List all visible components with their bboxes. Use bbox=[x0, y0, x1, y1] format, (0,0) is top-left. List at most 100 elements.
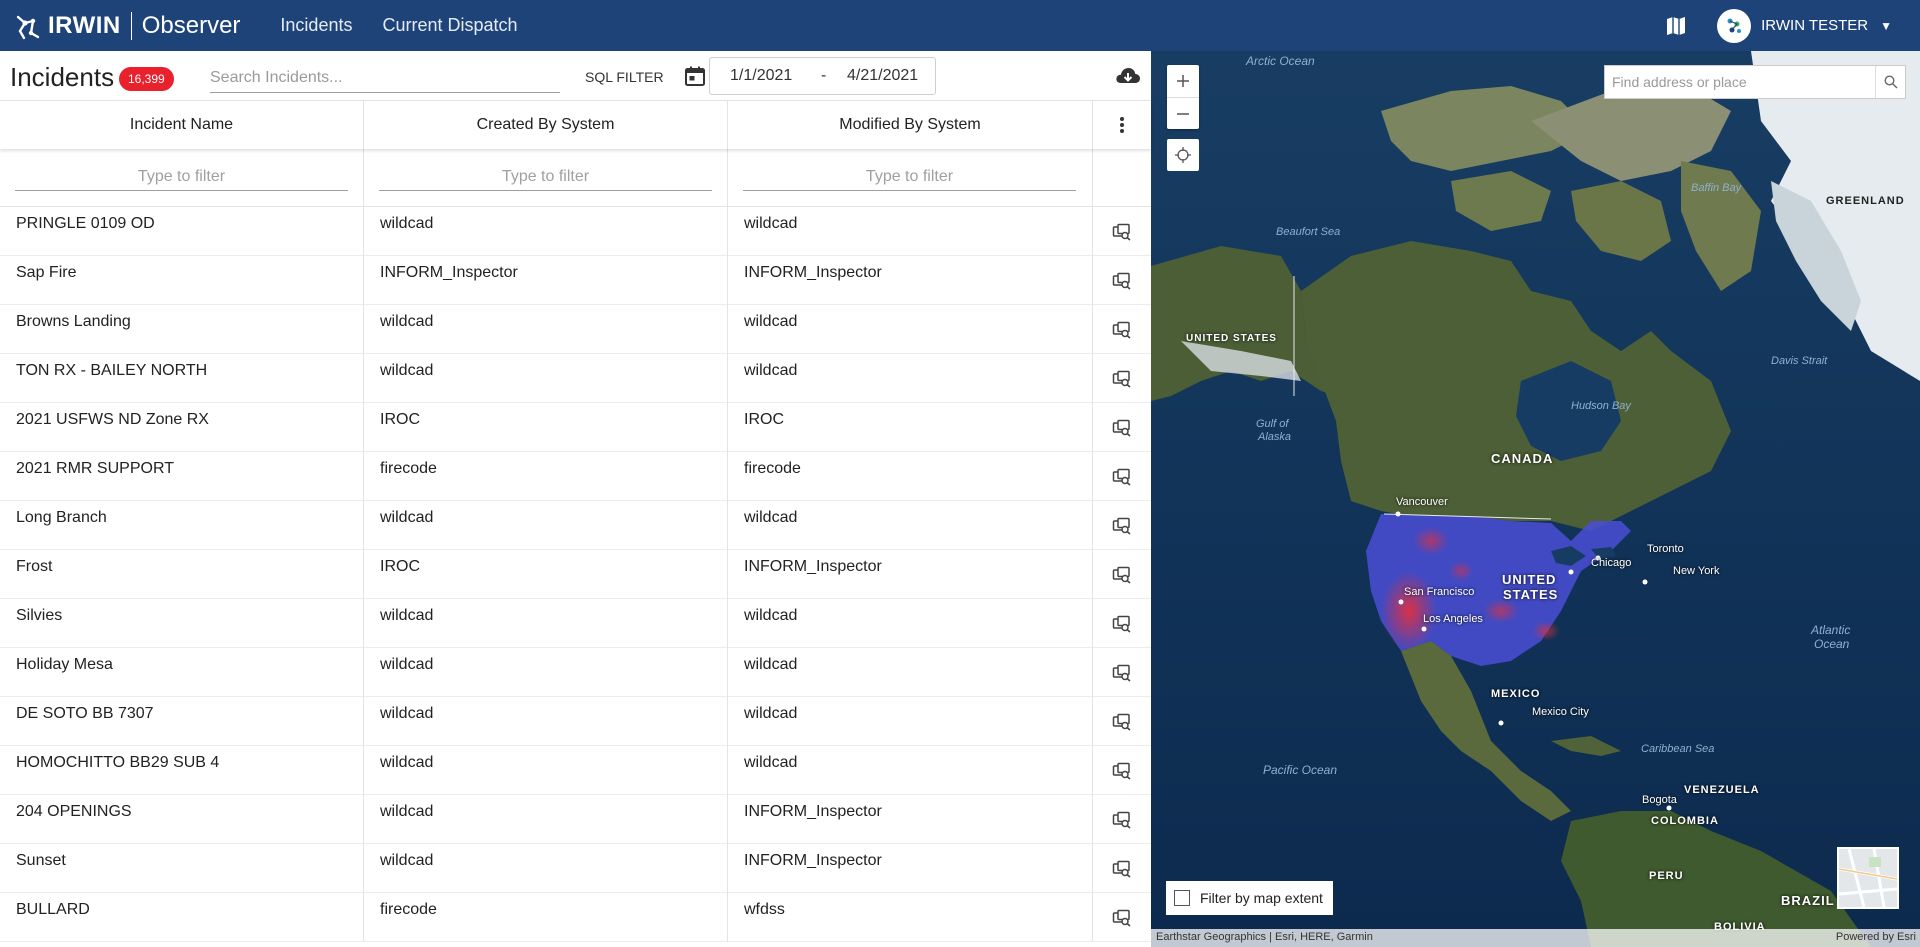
incident-detail-icon[interactable] bbox=[1112, 860, 1132, 878]
row-action-cell[interactable] bbox=[1093, 403, 1151, 452]
logo-text: IRWIN bbox=[48, 11, 121, 39]
table-row[interactable]: Sap Fire INFORM_Inspector INFORM_Inspector bbox=[0, 256, 1151, 305]
incident-map[interactable]: Arctic Ocean Baffin Bay GREENLAND Beaufo… bbox=[1151, 51, 1920, 947]
cell-created-by: wildcad bbox=[364, 697, 728, 746]
table-row[interactable]: Sunset wildcad INFORM_Inspector bbox=[0, 844, 1151, 893]
map-label-davis-strait: Davis Strait bbox=[1771, 355, 1828, 367]
row-action-cell[interactable] bbox=[1093, 256, 1151, 305]
place-search-button[interactable] bbox=[1875, 66, 1905, 98]
table-row[interactable]: 2021 RMR SUPPORT firecode firecode bbox=[0, 452, 1151, 501]
table-row[interactable]: BULLARD firecode wfdss bbox=[0, 893, 1151, 942]
filter-input-incident-name[interactable] bbox=[15, 163, 348, 191]
row-action-cell[interactable] bbox=[1093, 550, 1151, 599]
place-search-input[interactable] bbox=[1605, 66, 1875, 98]
date-to-field[interactable]: 4/21/2021 bbox=[847, 67, 918, 85]
incident-detail-icon[interactable] bbox=[1112, 566, 1132, 584]
incident-detail-icon[interactable] bbox=[1112, 909, 1132, 927]
zoom-in-button[interactable] bbox=[1167, 65, 1199, 97]
column-header-created-by[interactable]: Created By System bbox=[364, 101, 728, 149]
user-menu-caret-icon[interactable]: ▼ bbox=[1880, 19, 1892, 33]
filter-input-modified-by[interactable] bbox=[743, 163, 1076, 191]
column-header-incident-name[interactable]: Incident Name bbox=[0, 101, 364, 149]
map-label-united-states-ak: UNITED STATES bbox=[1186, 333, 1277, 344]
sql-filter-button[interactable]: SQL FILTER bbox=[585, 69, 664, 85]
cloud-download-icon[interactable] bbox=[1115, 64, 1141, 88]
table-row[interactable]: TON RX - BAILEY NORTH wildcad wildcad bbox=[0, 354, 1151, 403]
map-icon[interactable] bbox=[1665, 15, 1687, 37]
column-menu-button[interactable] bbox=[1093, 101, 1151, 149]
incident-detail-icon[interactable] bbox=[1112, 762, 1132, 780]
incident-table-body: PRINGLE 0109 OD wildcad wildcad Sap Fire INF… bbox=[0, 207, 1151, 942]
table-row[interactable]: DE SOTO BB 7307 wildcad wildcad bbox=[0, 697, 1151, 746]
incident-detail-icon[interactable] bbox=[1112, 419, 1132, 437]
incident-detail-icon[interactable] bbox=[1112, 468, 1132, 486]
incident-detail-icon[interactable] bbox=[1112, 370, 1132, 388]
date-from-field[interactable]: 1/1/2021 bbox=[730, 67, 792, 85]
cell-created-by: wildcad bbox=[364, 305, 728, 354]
nav-incidents[interactable]: Incidents bbox=[280, 15, 352, 36]
app-logo[interactable]: IRWIN Observer bbox=[14, 0, 240, 51]
cell-incident-name: Sap Fire bbox=[0, 256, 364, 305]
incident-detail-icon[interactable] bbox=[1112, 615, 1132, 633]
place-search bbox=[1604, 65, 1906, 99]
attribution-powered-by[interactable]: Powered by Esri bbox=[1836, 931, 1916, 943]
search-incidents-input[interactable] bbox=[210, 63, 560, 93]
incident-detail-icon[interactable] bbox=[1112, 811, 1132, 829]
calendar-icon[interactable] bbox=[683, 64, 707, 88]
cell-created-by: wildcad bbox=[364, 648, 728, 697]
table-row[interactable]: 204 OPENINGS wildcad INFORM_Inspector bbox=[0, 795, 1151, 844]
row-action-cell[interactable] bbox=[1093, 354, 1151, 403]
table-row[interactable]: HOMOCHITTO BB29 SUB 4 wildcad wildcad bbox=[0, 746, 1151, 795]
row-action-cell[interactable] bbox=[1093, 795, 1151, 844]
table-row[interactable]: Holiday Mesa wildcad wildcad bbox=[0, 648, 1151, 697]
incident-detail-icon[interactable] bbox=[1112, 223, 1132, 241]
table-row[interactable]: Browns Landing wildcad wildcad bbox=[0, 305, 1151, 354]
user-name[interactable]: IRWIN TESTER bbox=[1761, 17, 1868, 34]
filter-input-created-by[interactable] bbox=[379, 163, 712, 191]
incident-detail-icon[interactable] bbox=[1112, 517, 1132, 535]
attribution-sources[interactable]: Earthstar Geographics | Esri, HERE, Garm… bbox=[1156, 931, 1373, 943]
map-label-venezuela: VENEZUELA bbox=[1684, 784, 1760, 796]
column-header-modified-by[interactable]: Modified By System bbox=[728, 101, 1093, 149]
incident-detail-icon[interactable] bbox=[1112, 713, 1132, 731]
cell-modified-by: wfdss bbox=[728, 893, 1093, 942]
map-label-pacific-ocean: Pacific Ocean bbox=[1263, 763, 1338, 777]
row-action-cell[interactable] bbox=[1093, 207, 1151, 256]
table-row[interactable]: PRINGLE 0109 OD wildcad wildcad bbox=[0, 207, 1151, 256]
zoom-out-button[interactable] bbox=[1167, 97, 1199, 129]
incident-detail-icon[interactable] bbox=[1112, 664, 1132, 682]
cell-created-by: INFORM_Inspector bbox=[364, 256, 728, 305]
row-action-cell[interactable] bbox=[1093, 697, 1151, 746]
cell-incident-name: TON RX - BAILEY NORTH bbox=[0, 354, 364, 403]
row-action-cell[interactable] bbox=[1093, 599, 1151, 648]
filter-extent-checkbox[interactable] bbox=[1174, 890, 1190, 906]
map-label-los-angeles: Los Angeles bbox=[1423, 613, 1483, 625]
map-label-greenland: GREENLAND bbox=[1826, 195, 1905, 207]
table-row[interactable]: 2021 USFWS ND Zone RX IROC IROC bbox=[0, 403, 1151, 452]
user-avatar[interactable] bbox=[1717, 8, 1752, 43]
cell-modified-by: INFORM_Inspector bbox=[728, 550, 1093, 599]
row-action-cell[interactable] bbox=[1093, 648, 1151, 697]
map-label-brazil: BRAZIL bbox=[1781, 893, 1835, 908]
row-action-cell[interactable] bbox=[1093, 501, 1151, 550]
nav-current-dispatch[interactable]: Current Dispatch bbox=[382, 15, 517, 36]
locate-button[interactable] bbox=[1167, 139, 1199, 171]
row-action-cell[interactable] bbox=[1093, 305, 1151, 354]
table-row[interactable]: Silvies wildcad wildcad bbox=[0, 599, 1151, 648]
cell-created-by: wildcad bbox=[364, 844, 728, 893]
cell-incident-name: DE SOTO BB 7307 bbox=[0, 697, 364, 746]
row-action-cell[interactable] bbox=[1093, 452, 1151, 501]
row-action-cell[interactable] bbox=[1093, 893, 1151, 942]
map-basemap bbox=[1151, 51, 1920, 947]
row-action-cell[interactable] bbox=[1093, 844, 1151, 893]
basemap-thumbnail-icon bbox=[1839, 849, 1897, 907]
table-row[interactable]: Long Branch wildcad wildcad bbox=[0, 501, 1151, 550]
avatar-logo-icon bbox=[1727, 18, 1742, 33]
basemap-toggle[interactable] bbox=[1837, 847, 1899, 909]
row-action-cell[interactable] bbox=[1093, 746, 1151, 795]
filter-by-map-extent[interactable]: Filter by map extent bbox=[1166, 881, 1333, 915]
incident-detail-icon[interactable] bbox=[1112, 321, 1132, 339]
incident-detail-icon[interactable] bbox=[1112, 272, 1132, 290]
cell-created-by: wildcad bbox=[364, 795, 728, 844]
table-row[interactable]: Frost IROC INFORM_Inspector bbox=[0, 550, 1151, 599]
